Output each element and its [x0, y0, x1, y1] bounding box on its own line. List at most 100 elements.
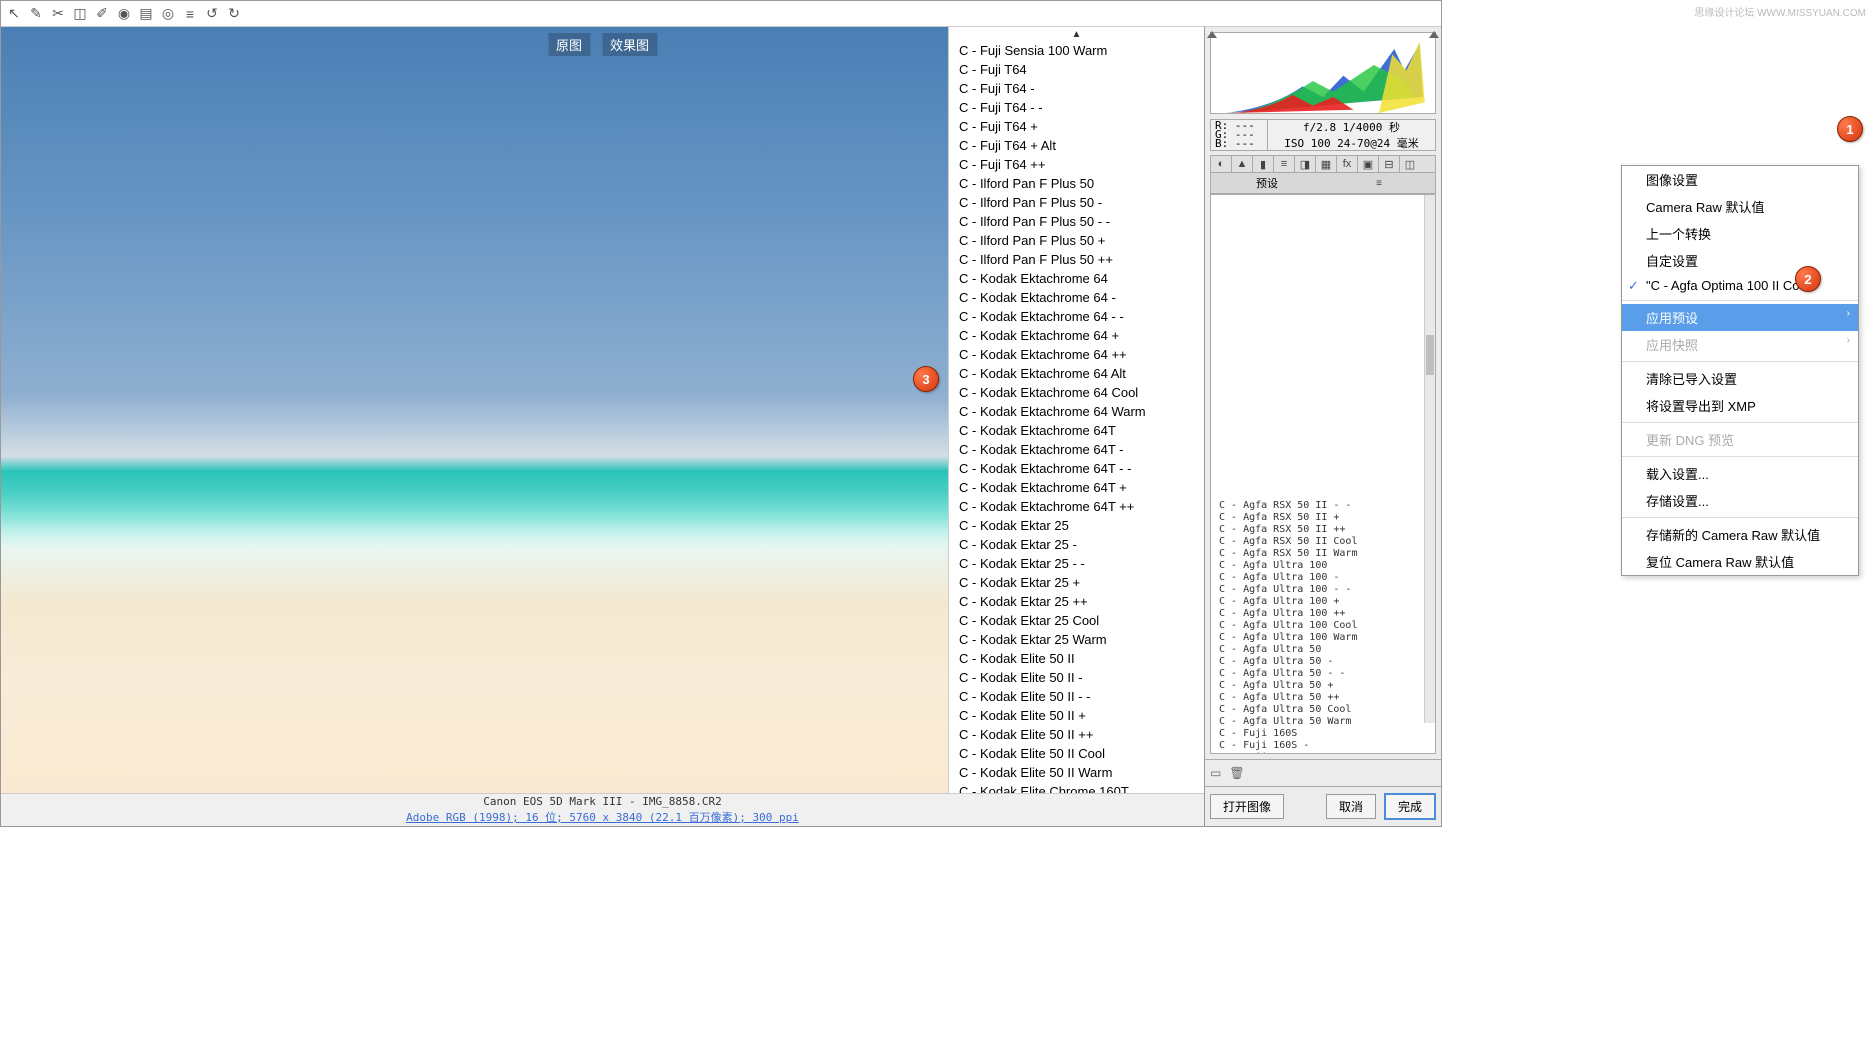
preset-item[interactable]: C - Kodak Ektachrome 64T - [949, 440, 1204, 459]
preset-item[interactable]: C - Fuji Sensia 100 Warm [949, 41, 1204, 60]
preset-item[interactable]: C - Kodak Ektachrome 64T [949, 421, 1204, 440]
preset-item[interactable]: C - Kodak Ektachrome 64T ++ [949, 497, 1204, 516]
histogram[interactable] [1210, 32, 1436, 114]
preset-list-item[interactable]: C - Agfa RSX 50 II - - [1211, 500, 1435, 512]
preset-item[interactable]: C - Kodak Ektachrome 64 - [949, 288, 1204, 307]
preset-item[interactable]: C - Kodak Ektachrome 64 + [949, 326, 1204, 345]
preset-item[interactable]: C - Kodak Elite 50 II ++ [949, 725, 1204, 744]
brush-icon[interactable]: ✐ [94, 6, 110, 22]
color-profile-link[interactable]: Adobe RGB (1998); 16 位; 5760 x 3840 (22.… [1, 810, 1204, 826]
preset-list-item[interactable]: C - Fuji 160S - [1211, 740, 1435, 752]
highlight-clip-icon[interactable] [1429, 31, 1439, 38]
tab-fx-icon[interactable]: fx [1337, 156, 1358, 172]
tab-basic-icon[interactable]: ◐ [1211, 156, 1232, 172]
scroll-up-icon[interactable]: ▲ [949, 27, 1204, 41]
preset-list-item[interactable]: C - Fuji 160S [1211, 728, 1435, 740]
preset-list-item[interactable]: C - Agfa RSX 50 II + [1211, 512, 1435, 524]
rotate-cw-icon[interactable]: ↻ [226, 6, 242, 22]
menu-clear-imported[interactable]: 清除已导入设置 [1622, 365, 1858, 392]
preset-item[interactable]: C - Fuji T64 + Alt [949, 136, 1204, 155]
tab-camera-icon[interactable]: ▣ [1358, 156, 1379, 172]
preset-list-item[interactable]: C - Agfa Ultra 50 - - [1211, 668, 1435, 680]
preset-list-item[interactable]: C - Agfa RSX 50 II Cool [1211, 536, 1435, 548]
preset-list-item[interactable]: C - Agfa Ultra 100 Cool [1211, 620, 1435, 632]
menu-export-xmp[interactable]: 将设置导出到 XMP [1622, 392, 1858, 419]
preset-item[interactable]: C - Fuji T64 - [949, 79, 1204, 98]
preset-list-item[interactable]: C - Agfa Ultra 100 ++ [1211, 608, 1435, 620]
preset-list-item[interactable]: C - Agfa Ultra 50 ++ [1211, 692, 1435, 704]
menu-apply-snapshot[interactable]: 应用快照› [1622, 331, 1858, 358]
done-button[interactable]: 完成 [1384, 793, 1436, 820]
preset-item[interactable]: C - Ilford Pan F Plus 50 - - [949, 212, 1204, 231]
preset-item[interactable]: C - Fuji T64 - - [949, 98, 1204, 117]
crop-icon[interactable]: ✂ [50, 6, 66, 22]
preset-list-item[interactable]: C - Agfa Ultra 100 Warm [1211, 632, 1435, 644]
preset-item[interactable]: C - Fuji T64 [949, 60, 1204, 79]
preset-list-item[interactable]: C - Agfa RSX 50 II ++ [1211, 524, 1435, 536]
menu-raw-defaults[interactable]: Camera Raw 默认值 [1622, 193, 1858, 220]
menu-save-new-defaults[interactable]: 存储新的 Camera Raw 默认值 [1622, 521, 1858, 548]
preset-item[interactable]: C - Kodak Ektachrome 64 Alt [949, 364, 1204, 383]
new-preset-icon[interactable]: ▭ [1210, 766, 1221, 780]
panel-menu-icon[interactable]: ≡ [1323, 178, 1435, 189]
cancel-button[interactable]: 取消 [1326, 794, 1376, 819]
delete-preset-icon[interactable]: 🗑 [1229, 766, 1244, 780]
straighten-icon[interactable]: ◫ [72, 6, 88, 22]
preset-list-item[interactable]: C - Agfa RSX 50 II Warm [1211, 548, 1435, 560]
preset-item[interactable]: C - Kodak Elite 50 II Cool [949, 744, 1204, 763]
list-icon[interactable]: ≡ [182, 6, 198, 22]
preset-item[interactable]: C - Kodak Elite 50 II [949, 649, 1204, 668]
menu-apply-preset[interactable]: 应用预设› [1622, 304, 1858, 331]
eyedrop-icon[interactable]: ✎ [28, 6, 44, 22]
preset-list[interactable]: C - Agfa RSX 50 II - -C - Agfa RSX 50 II… [1210, 194, 1436, 754]
open-image-button[interactable]: 打开图像 [1210, 794, 1284, 819]
preset-list-item[interactable]: C - Agfa Ultra 100 - [1211, 572, 1435, 584]
preset-item[interactable]: C - Ilford Pan F Plus 50 + [949, 231, 1204, 250]
preset-item[interactable]: C - Kodak Ektachrome 64 [949, 269, 1204, 288]
preset-item[interactable]: C - Fuji T64 ++ [949, 155, 1204, 174]
tab-hsl-icon[interactable]: ≡ [1274, 156, 1295, 172]
preset-item[interactable]: C - Ilford Pan F Plus 50 ++ [949, 250, 1204, 269]
menu-prev-conversion[interactable]: 上一个转换 [1622, 220, 1858, 247]
shadow-clip-icon[interactable] [1207, 31, 1217, 38]
rotate-ccw-icon[interactable]: ↺ [204, 6, 220, 22]
menu-load-settings[interactable]: 载入设置... [1622, 460, 1858, 487]
preset-item[interactable]: C - Kodak Ektar 25 Warm [949, 630, 1204, 649]
pointer-icon[interactable]: ↖ [6, 6, 22, 22]
preset-item[interactable]: C - Kodak Ektar 25 Cool [949, 611, 1204, 630]
preset-item[interactable]: C - Ilford Pan F Plus 50 - [949, 193, 1204, 212]
tab-split-icon[interactable]: ◨ [1295, 156, 1316, 172]
prefs-icon[interactable]: ▤ [138, 6, 154, 22]
preset-list-item[interactable]: C - Agfa Ultra 50 + [1211, 680, 1435, 692]
preset-item[interactable]: C - Kodak Ektachrome 64 - - [949, 307, 1204, 326]
preset-list-item[interactable]: C - Fuji 160S - - [1211, 752, 1435, 754]
preset-list-item[interactable]: C - Agfa Ultra 50 [1211, 644, 1435, 656]
preset-item[interactable]: C - Kodak Ektachrome 64 Warm [949, 402, 1204, 421]
preset-list-item[interactable]: C - Agfa Ultra 100 - - [1211, 584, 1435, 596]
preset-list-item[interactable]: C - Agfa Ultra 50 Warm [1211, 716, 1435, 728]
preset-list-item[interactable]: C - Agfa Ultra 50 - [1211, 656, 1435, 668]
tab-lens-icon[interactable]: ▦ [1316, 156, 1337, 172]
preset-item[interactable]: C - Kodak Ektachrome 64T + [949, 478, 1204, 497]
preset-item[interactable]: C - Kodak Ektar 25 ++ [949, 592, 1204, 611]
preset-item[interactable]: C - Kodak Ektar 25 [949, 516, 1204, 535]
image-canvas[interactable]: 原图 效果图 ▲ C - Fuji Sensia 100 WarmC - Fuj… [1, 27, 1204, 794]
tab-curve-icon[interactable]: ▲ [1232, 156, 1253, 172]
preset-item[interactable]: C - Kodak Elite Chrome 160T [949, 782, 1204, 793]
preset-item[interactable]: C - Kodak Ektar 25 + [949, 573, 1204, 592]
preset-item[interactable]: C - Kodak Ektachrome 64T - - [949, 459, 1204, 478]
tab-snap-icon[interactable]: ◫ [1400, 156, 1420, 172]
tab-preset-icon[interactable]: ⊟ [1379, 156, 1400, 172]
preset-item[interactable]: C - Kodak Elite 50 II - - [949, 687, 1204, 706]
tab-detail-icon[interactable]: ▮ [1253, 156, 1274, 172]
preset-item[interactable]: C - Kodak Ektachrome 64 Cool [949, 383, 1204, 402]
scrollbar[interactable] [1424, 195, 1435, 723]
preset-list-item[interactable]: C - Agfa Ultra 100 [1211, 560, 1435, 572]
preset-item[interactable]: C - Fuji T64 + [949, 117, 1204, 136]
target-icon[interactable]: ◎ [160, 6, 176, 22]
preset-item[interactable]: C - Kodak Elite 50 II + [949, 706, 1204, 725]
preset-list-item[interactable]: C - Agfa Ultra 100 + [1211, 596, 1435, 608]
preset-item[interactable]: C - Kodak Ektachrome 64 ++ [949, 345, 1204, 364]
menu-image-settings[interactable]: 图像设置 [1622, 166, 1858, 193]
menu-update-dng[interactable]: 更新 DNG 预览 [1622, 426, 1858, 453]
